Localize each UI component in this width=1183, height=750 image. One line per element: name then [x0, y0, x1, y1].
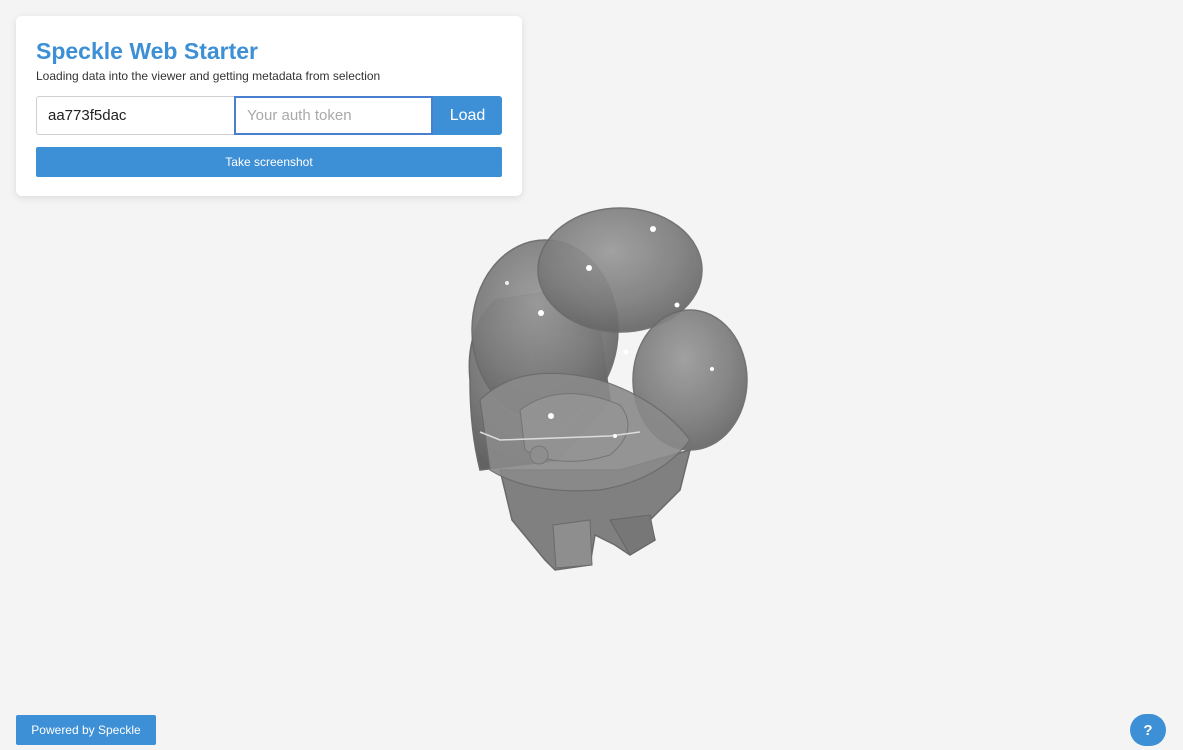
stream-id-input[interactable]	[36, 96, 234, 135]
powered-by-speckle-link[interactable]: Powered by Speckle	[16, 715, 156, 745]
control-panel: Speckle Web Starter Loading data into th…	[16, 16, 522, 196]
load-button[interactable]: Load	[433, 96, 502, 135]
app-subtitle: Loading data into the viewer and getting…	[36, 69, 381, 83]
app-title: Speckle Web Starter	[36, 38, 259, 64]
help-button[interactable]: ?	[1130, 714, 1166, 746]
auth-token-input[interactable]	[234, 96, 433, 135]
take-screenshot-button[interactable]: Take screenshot	[36, 147, 502, 177]
stream-form: Load	[36, 96, 502, 135]
